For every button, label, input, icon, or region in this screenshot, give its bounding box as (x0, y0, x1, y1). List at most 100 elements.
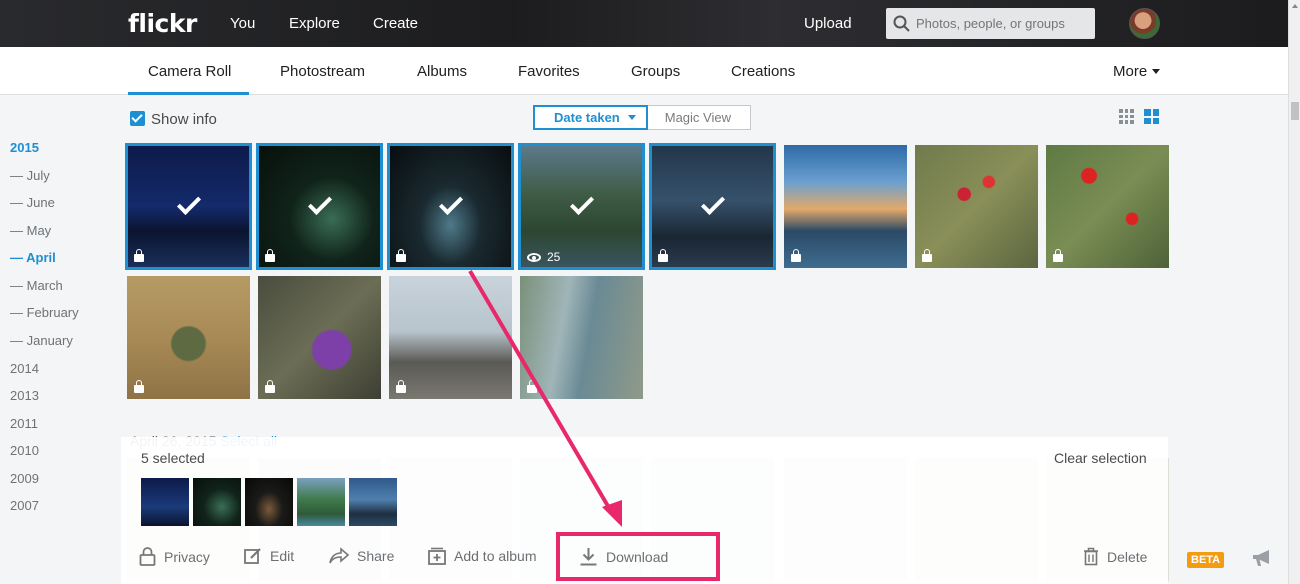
small-grid-icon[interactable] (1119, 109, 1134, 124)
add-to-album-label: Add to album (454, 548, 537, 564)
sort-date-taken-button[interactable]: Date taken (533, 105, 648, 130)
photo-thumbnail[interactable] (520, 276, 643, 399)
photo-thumbnail[interactable] (784, 145, 907, 268)
share-button[interactable]: Share (329, 547, 394, 565)
lock-icon (527, 380, 537, 393)
flickr-logo[interactable]: flickr (128, 9, 197, 38)
timeline-2009[interactable]: 2009 (10, 471, 39, 486)
search-icon (893, 15, 910, 32)
show-info-checkbox[interactable] (130, 111, 145, 126)
delete-button[interactable]: Delete (1083, 547, 1147, 566)
lock-icon (139, 547, 156, 566)
photo-thumbnail[interactable] (1046, 145, 1169, 268)
photo-thumbnail[interactable] (256, 143, 383, 270)
view-count: 25 (527, 250, 560, 264)
top-navigation-bar: flickr You Explore Create Upload (0, 0, 1288, 47)
photo-thumbnail[interactable] (127, 276, 250, 399)
timeline-may[interactable]: — May (10, 223, 51, 238)
timeline-2014[interactable]: 2014 (10, 361, 39, 376)
lock-icon (265, 380, 275, 393)
lock-icon (396, 249, 406, 262)
eye-icon (527, 252, 541, 262)
megaphone-icon[interactable] (1251, 548, 1275, 568)
chevron-down-icon (1152, 69, 1161, 74)
tab-photostream[interactable]: Photostream (280, 63, 365, 80)
clear-selection-link[interactable]: Clear selection (1054, 450, 1147, 466)
timeline-march[interactable]: — March (10, 278, 63, 293)
sub-navigation: Camera Roll Photostream Albums Favorites… (0, 47, 1288, 95)
selected-thumbnail[interactable] (141, 478, 189, 526)
edit-icon (244, 548, 261, 564)
add-album-icon (428, 547, 446, 565)
selected-thumbnail[interactable] (297, 478, 345, 526)
layout-toggle (1119, 109, 1159, 124)
tab-favorites[interactable]: Favorites (518, 63, 580, 80)
privacy-button[interactable]: Privacy (139, 547, 210, 566)
photo-thumbnail[interactable] (915, 145, 1038, 268)
show-info-label: Show info (151, 111, 217, 128)
magic-view-button[interactable]: Magic View (647, 105, 751, 130)
lock-icon (1053, 249, 1063, 262)
checkmark-icon (307, 190, 332, 215)
sort-date-taken-label: Date taken (554, 110, 620, 125)
view-count-label: 25 (547, 250, 561, 264)
photo-thumbnail[interactable] (125, 143, 252, 270)
timeline-february[interactable]: — February (10, 305, 79, 320)
privacy-label: Privacy (164, 548, 210, 565)
selected-thumbnail[interactable] (349, 478, 397, 526)
large-grid-icon[interactable] (1144, 109, 1159, 124)
edit-button[interactable]: Edit (244, 547, 294, 565)
lock-icon (265, 249, 275, 262)
more-menu[interactable]: More (1113, 63, 1161, 80)
tab-albums[interactable]: Albums (417, 63, 467, 80)
timeline-2011[interactable]: 2011 (10, 416, 38, 431)
scrollbar[interactable] (1288, 0, 1300, 584)
checkmark-icon (569, 190, 594, 215)
timeline-2015[interactable]: 2015 (10, 140, 39, 155)
lock-icon (922, 249, 932, 262)
timeline-january[interactable]: — January (10, 333, 73, 348)
trash-icon (1084, 547, 1098, 566)
search-input[interactable] (916, 8, 1091, 39)
upload-link[interactable]: Upload (804, 15, 852, 32)
chevron-down-icon (627, 115, 636, 120)
nav-you[interactable]: You (230, 15, 255, 32)
photo-thumbnail[interactable] (387, 143, 514, 270)
photo-thumbnail[interactable]: 25 (518, 143, 645, 270)
more-label: More (1113, 63, 1148, 80)
share-label: Share (357, 548, 395, 564)
edit-label: Edit (270, 548, 295, 564)
timeline-june[interactable]: — June (10, 195, 55, 210)
timeline-2010[interactable]: 2010 (10, 443, 39, 458)
scrollbar-thumb[interactable] (1291, 102, 1299, 120)
tab-creations[interactable]: Creations (731, 63, 795, 80)
add-to-album-button[interactable]: Add to album (428, 547, 537, 565)
scroll-up-icon[interactable] (1292, 4, 1298, 8)
share-icon (329, 547, 349, 564)
lock-icon (134, 249, 144, 262)
selected-thumbnail[interactable] (193, 478, 241, 526)
timeline-2007[interactable]: 2007 (10, 498, 39, 513)
nav-create[interactable]: Create (373, 15, 418, 32)
checkmark-icon (176, 190, 201, 215)
photo-thumbnail[interactable] (649, 143, 776, 270)
lock-icon (396, 380, 406, 393)
tab-groups[interactable]: Groups (631, 63, 680, 80)
nav-explore[interactable]: Explore (289, 15, 340, 32)
show-info-toggle[interactable]: Show info (130, 111, 217, 128)
photo-thumbnail[interactable] (389, 276, 512, 399)
delete-label: Delete (1107, 548, 1148, 565)
selected-count: 5 selected (141, 450, 205, 466)
timeline-july[interactable]: — July (10, 168, 50, 183)
avatar[interactable] (1129, 8, 1160, 39)
selected-thumbnail[interactable] (245, 478, 293, 526)
lock-icon (658, 249, 668, 262)
checkmark-icon (700, 190, 725, 215)
photo-thumbnail[interactable] (258, 276, 381, 399)
search-box (886, 8, 1095, 39)
tab-camera-roll[interactable]: Camera Roll (148, 63, 231, 80)
lock-icon (134, 380, 144, 393)
timeline-april[interactable]: — April (10, 250, 56, 265)
timeline-2013[interactable]: 2013 (10, 388, 39, 403)
active-tab-indicator (128, 92, 249, 95)
